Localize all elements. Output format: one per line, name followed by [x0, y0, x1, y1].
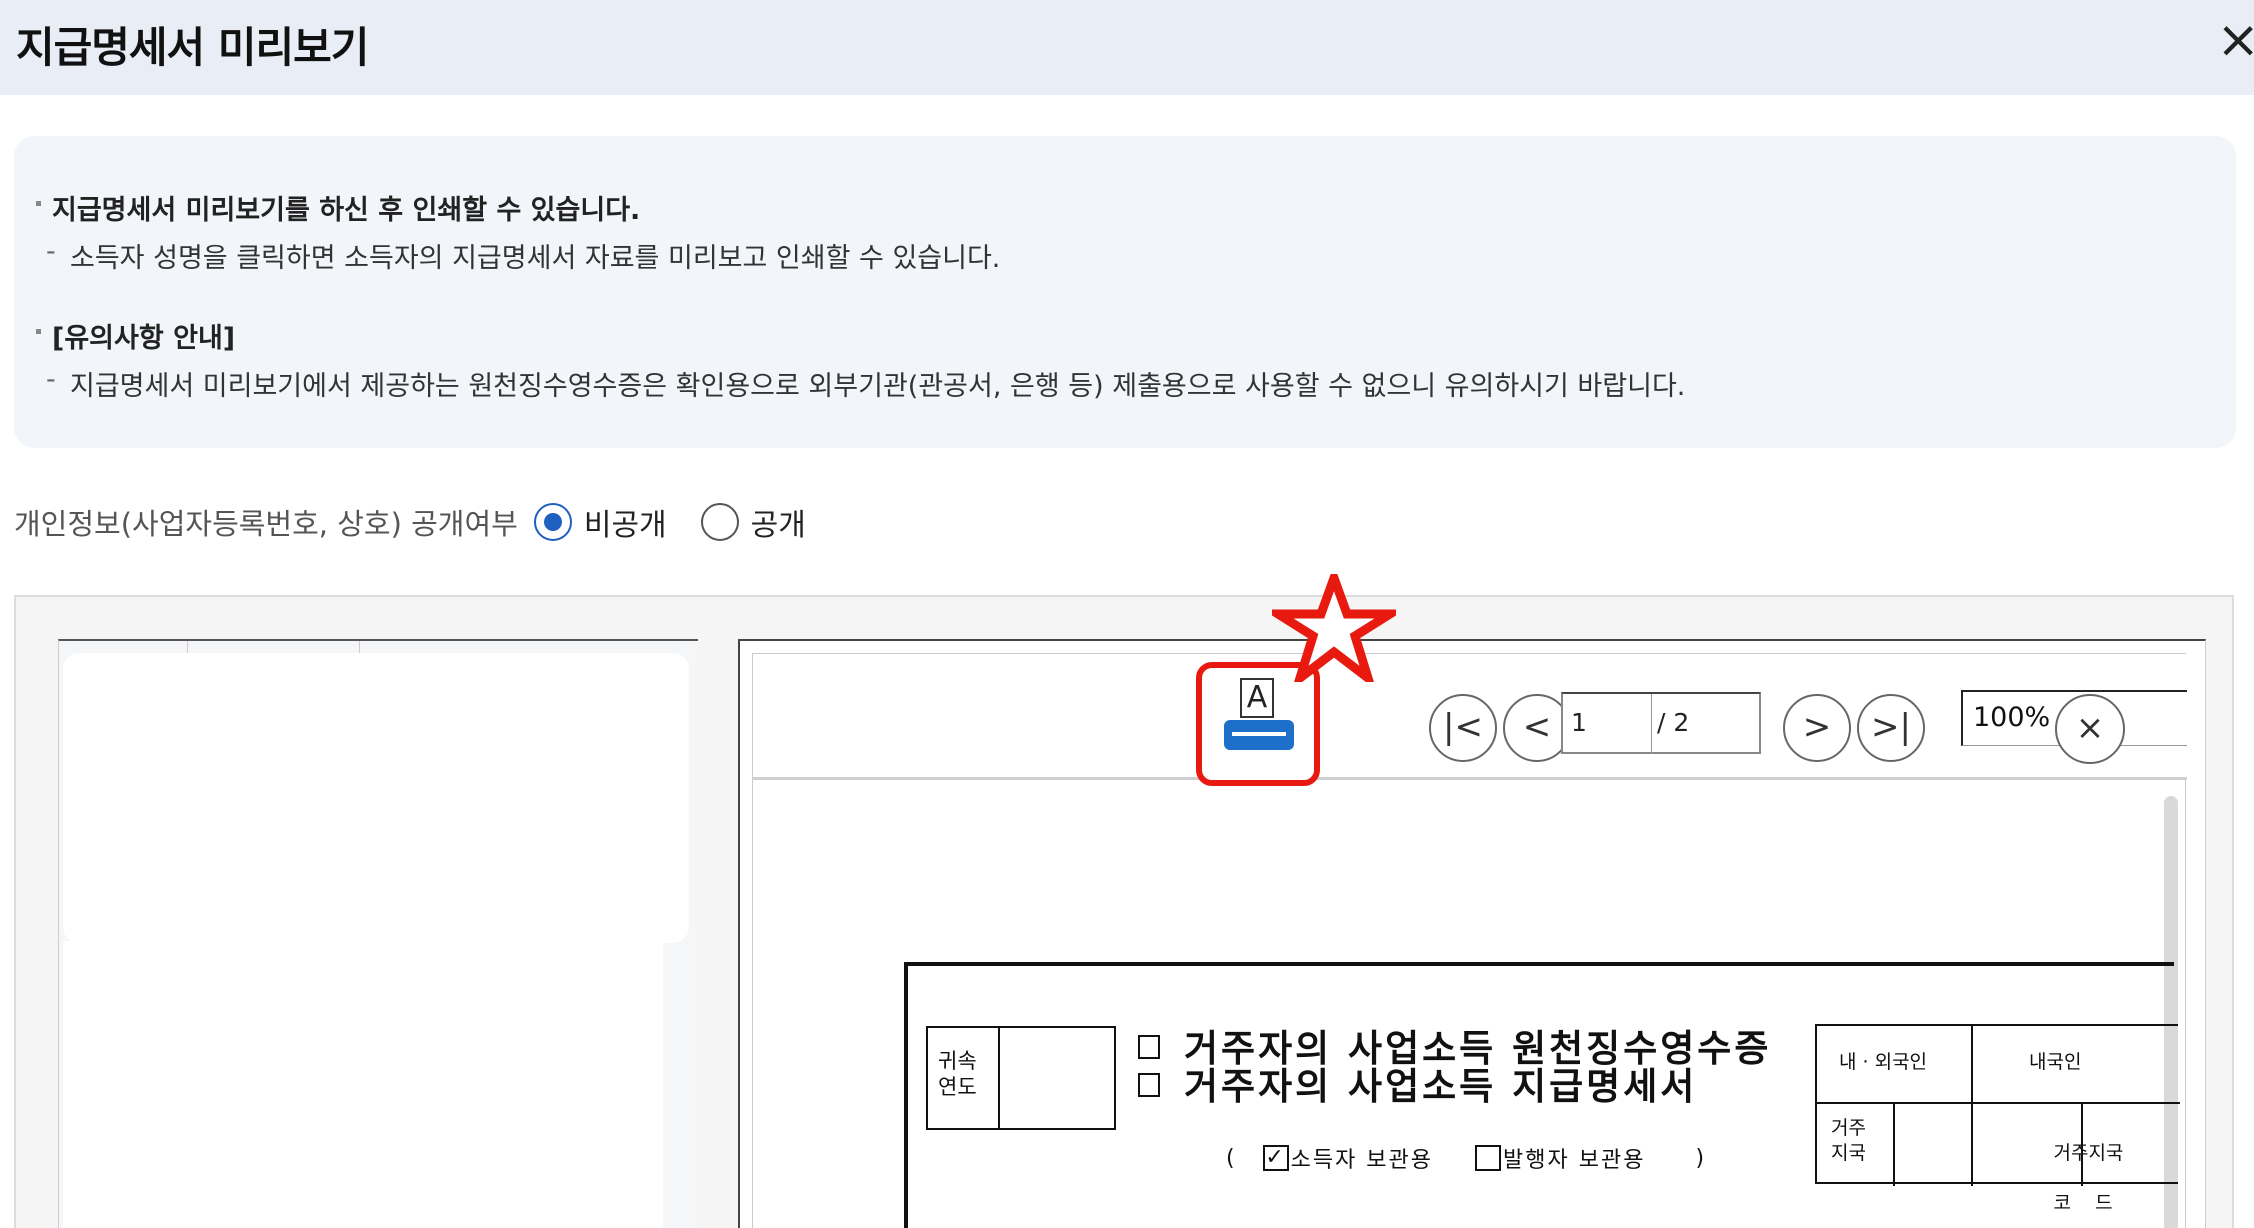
first-page-icon[interactable]: |<	[1429, 694, 1497, 762]
next-page-icon[interactable]: >	[1783, 694, 1851, 762]
star-marker-icon	[1272, 574, 1396, 682]
page-total: / 2	[1657, 708, 1690, 737]
document-title: 거주자의 사업소득 원천징수영수증 거주자의 사업소득 지급명세서	[1138, 1030, 1771, 1106]
page-input[interactable]: 1 / 2	[1561, 692, 1761, 754]
title-line-1: 거주자의 사업소득 원천징수영수증	[1184, 1027, 1772, 1070]
zoom-value[interactable]: 100%	[1973, 702, 2050, 733]
report-viewer: |< < 1 / 2 > >| 100% × 귀속 연도 거주자의 사업소득 원…	[14, 595, 2234, 1228]
year-label-2: 연도	[938, 1075, 977, 1099]
checked-box-icon: ✓	[1262, 1145, 1289, 1171]
title-line-2: 거주자의 사업소득 지급명세서	[1184, 1065, 1698, 1108]
viewer-toolbar: |< < 1 / 2 > >| 100% ×	[753, 654, 2187, 780]
close-icon[interactable]: ×	[2216, 14, 2254, 66]
notice-box: 지급명세서 미리보기를 하신 후 인쇄할 수 있습니다. 소득자 성명을 클릭하…	[14, 136, 2236, 448]
page-current[interactable]: 1	[1571, 708, 1587, 737]
radio-public-label[interactable]: 공개	[751, 500, 806, 544]
privacy-label: 개인정보(사업자등록번호, 상호) 공개여부	[14, 507, 518, 541]
modal-header: 지급명세서 미리보기 ×	[0, 0, 2254, 95]
nationality-value: 내국인	[2029, 1051, 2082, 1073]
print-paper-icon: A	[1240, 678, 1274, 718]
checkbox-withholding-receipt	[1138, 1035, 1160, 1059]
unchecked-box-icon	[1475, 1145, 1502, 1171]
earner-list-panel	[58, 639, 698, 1228]
copy-payer-label: 발행자 보관용	[1503, 1148, 1646, 1173]
document-viewer: |< < 1 / 2 > >| 100% × 귀속 연도 거주자의 사업소득 원…	[738, 639, 2206, 1228]
year-box: 귀속 연도	[926, 1026, 1116, 1130]
notice-item-preview: 지급명세서 미리보기를 하신 후 인쇄할 수 있습니다.	[35, 188, 640, 227]
modal-title: 지급명세서 미리보기	[16, 23, 369, 72]
zoom-clear-icon[interactable]: ×	[2055, 694, 2125, 764]
radio-private[interactable]	[533, 503, 572, 541]
document-page: 귀속 연도 거주자의 사업소득 원천징수영수증 거주자의 사업소득 지급명세서 …	[904, 962, 2180, 1228]
checkbox-payment-statement	[1138, 1073, 1160, 1097]
nationality-label: 내 · 외국인	[1839, 1051, 1928, 1073]
residence-code-label-1: 거주지국	[2053, 1142, 2124, 1164]
privacy-radio-group: 개인정보(사업자등록번호, 상호) 공개여부 비공개 공개	[14, 498, 840, 546]
notice-item-caution-detail: 지급명세서 미리보기에서 제공하는 원천징수영수증은 확인용으로 외부기관(관공…	[46, 364, 1685, 403]
residence-country-label-2: 지국	[1831, 1142, 1866, 1164]
residence-code-label-2: 코 드	[2053, 1192, 2113, 1214]
last-page-icon[interactable]: >|	[1857, 694, 1925, 762]
notice-item-caution: [유의사항 안내]	[35, 316, 235, 355]
year-label-1: 귀속	[938, 1049, 977, 1073]
radio-public[interactable]	[700, 503, 739, 541]
earner-list	[63, 653, 689, 943]
notice-item-preview-detail: 소득자 성명을 클릭하면 소득자의 지급명세서 자료를 미리보고 인쇄할 수 있…	[46, 236, 1000, 275]
printer-icon	[1224, 720, 1294, 750]
radio-private-label[interactable]: 비공개	[584, 500, 667, 544]
copy-earner-label: 소득자 보관용	[1290, 1148, 1434, 1173]
copy-type-row: ( ✓ 소득자 보관용 발행자 보관용 )	[1226, 1142, 1706, 1174]
residence-country-label-1: 거주	[1831, 1117, 1866, 1139]
nationality-table: 내 · 외국인 내국인 거주 지국 거주지국 코 드	[1815, 1024, 2180, 1214]
